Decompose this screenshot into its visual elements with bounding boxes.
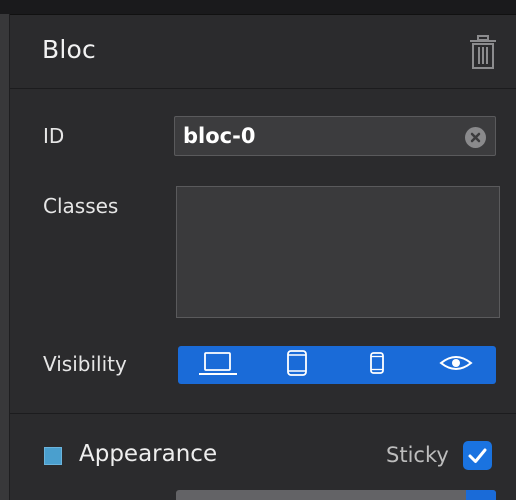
bloc-inspector-panel: Bloc ID bloc-0 Classes Visibility Appear… <box>0 0 516 500</box>
section-divider <box>10 413 516 414</box>
top-border-strip <box>0 0 516 15</box>
visibility-segmented-control <box>178 346 496 384</box>
visibility-preview-button[interactable] <box>417 346 497 384</box>
appearance-dropdown[interactable] <box>176 490 496 500</box>
laptop-icon <box>198 350 238 380</box>
classes-field[interactable] <box>176 186 500 318</box>
visibility-tablet-button[interactable] <box>258 346 338 384</box>
id-field-value: bloc-0 <box>183 124 256 148</box>
page-title: Bloc <box>42 35 96 64</box>
appearance-color-swatch[interactable] <box>44 447 62 465</box>
clear-icon[interactable] <box>465 127 486 148</box>
dropdown-arrow-icon[interactable] <box>466 490 496 500</box>
classes-label: Classes <box>43 194 119 218</box>
tablet-icon <box>286 349 308 381</box>
id-label: ID <box>43 124 65 148</box>
eye-icon <box>439 353 473 377</box>
phone-icon <box>369 351 385 379</box>
visibility-phone-button[interactable] <box>337 346 417 384</box>
panel-header: Bloc <box>10 15 516 89</box>
trash-icon[interactable] <box>468 34 498 70</box>
id-field[interactable]: bloc-0 <box>174 116 496 156</box>
visibility-label: Visibility <box>43 352 127 376</box>
sticky-label: Sticky <box>386 443 449 467</box>
panel-left-edge <box>0 14 10 500</box>
checkmark-icon <box>463 448 492 474</box>
sticky-checkbox[interactable] <box>463 441 492 470</box>
visibility-desktop-button[interactable] <box>178 346 258 384</box>
appearance-section-title[interactable]: Appearance <box>79 441 217 467</box>
